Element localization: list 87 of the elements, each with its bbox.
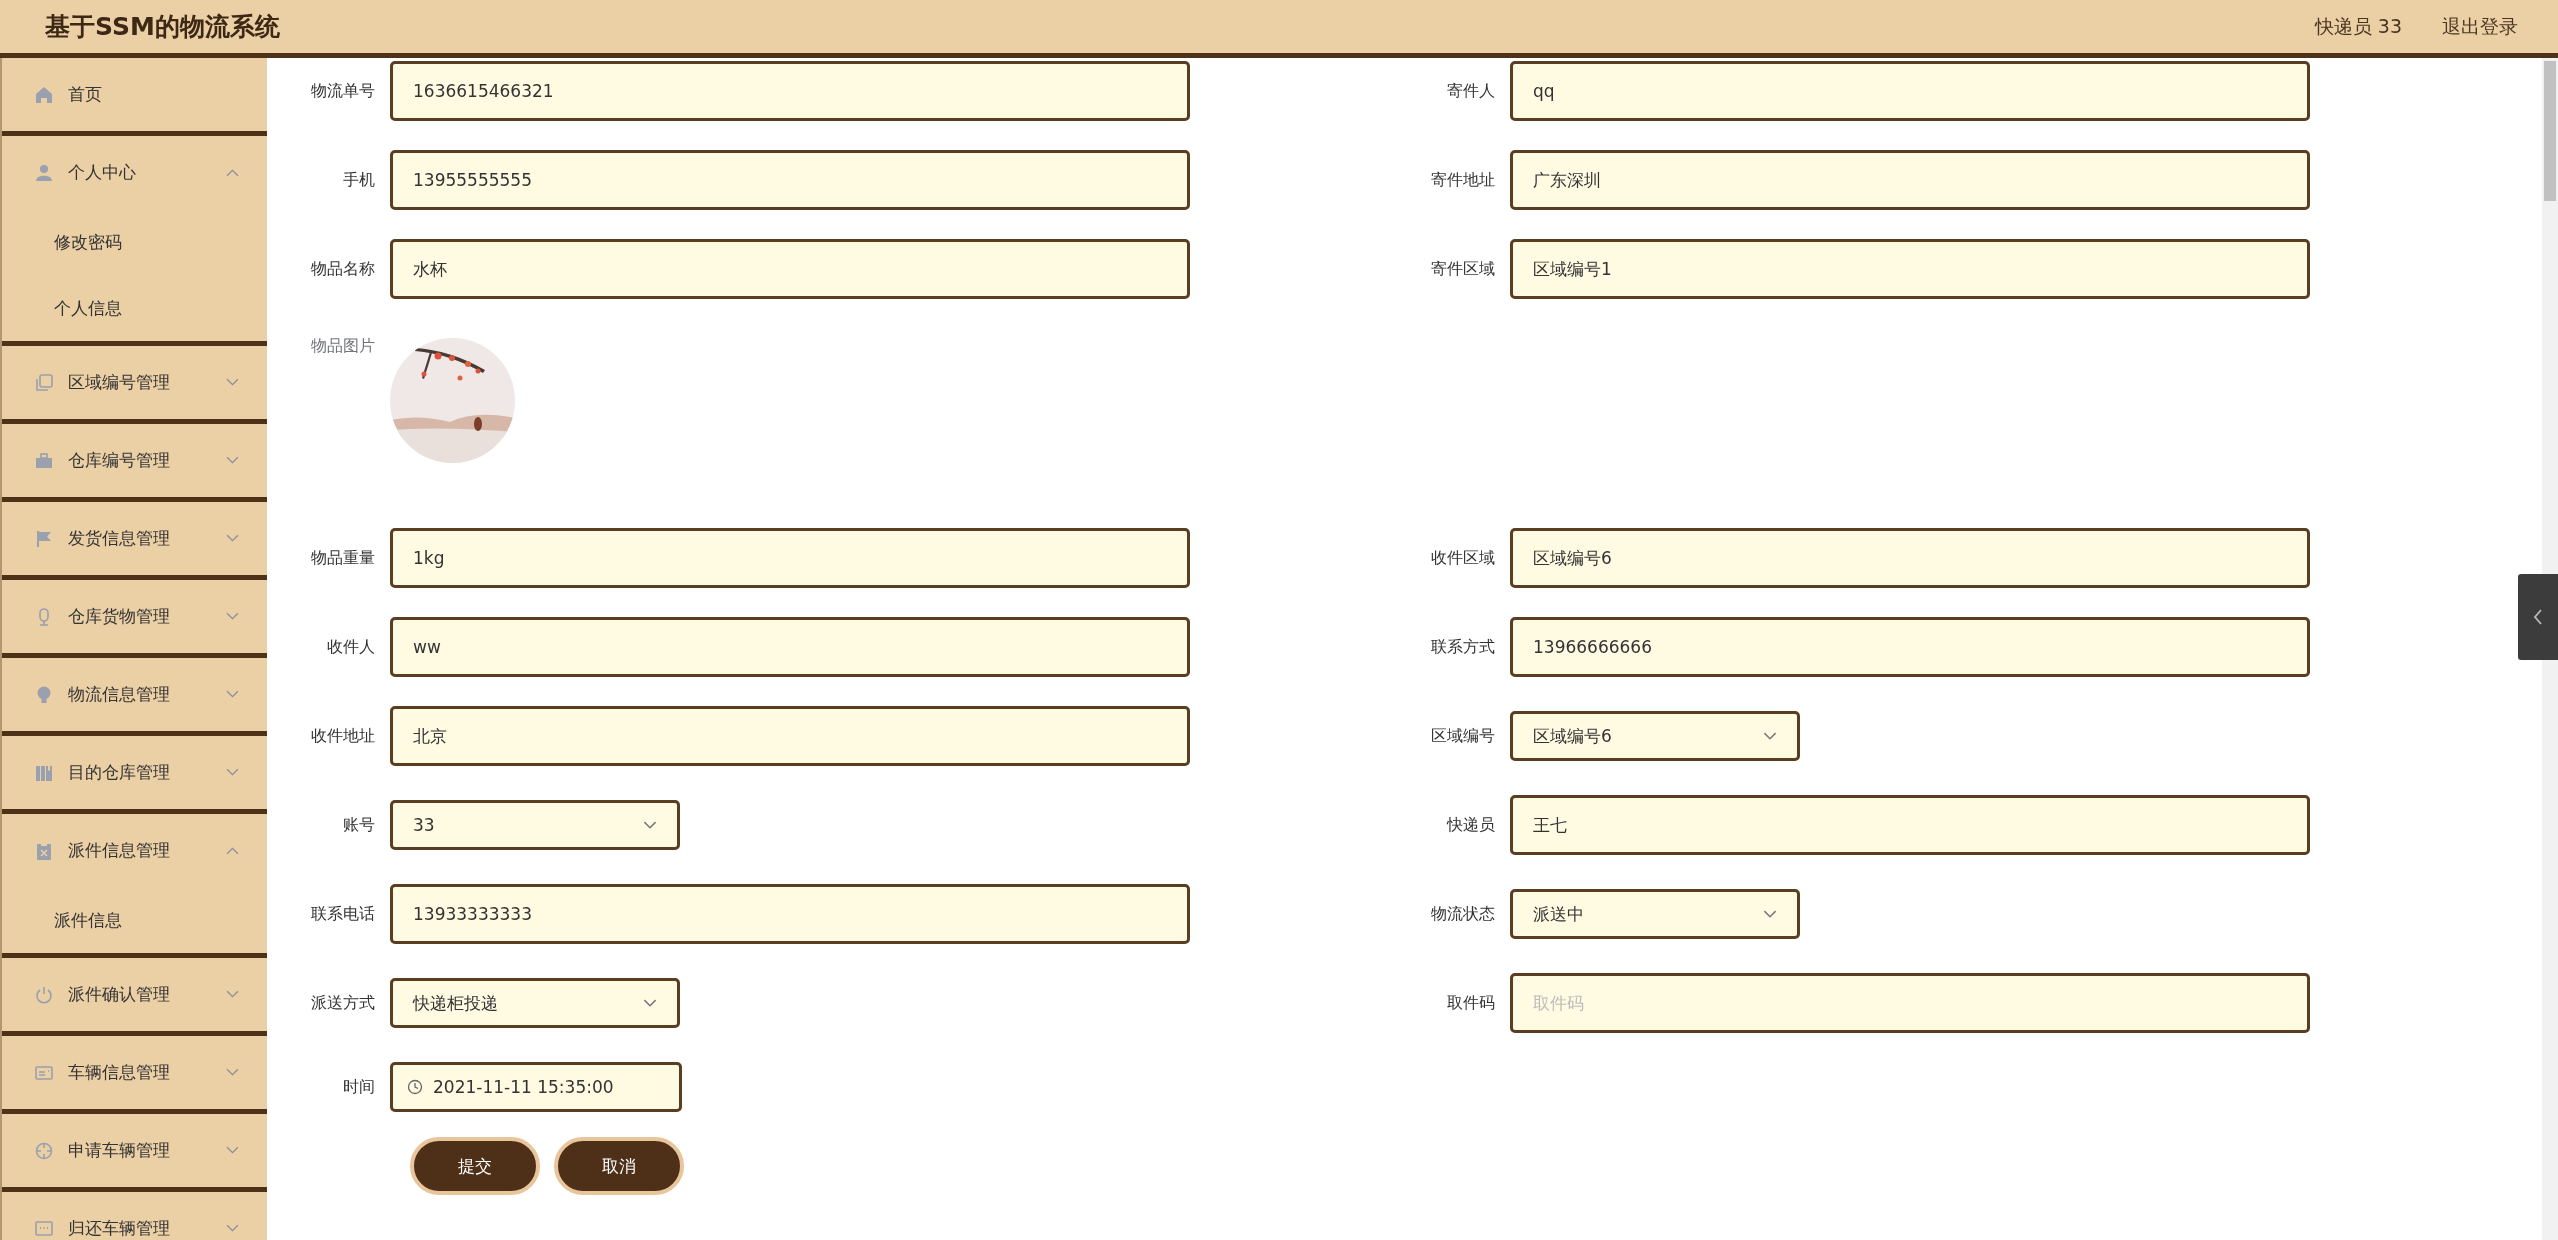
text-field[interactable]: qq	[1510, 61, 2310, 121]
field-label: 物流状态	[1430, 903, 1495, 925]
select-field[interactable]: 33	[390, 800, 680, 850]
logout-link[interactable]: 退出登录	[2442, 13, 2518, 40]
chevron-down-icon	[226, 768, 239, 777]
chevron-down-icon	[226, 456, 239, 465]
text-field[interactable]: 区域编号1	[1510, 239, 2310, 299]
field-label: 区域编号	[1430, 725, 1495, 747]
text-field[interactable]: 北京	[390, 706, 1190, 766]
sidebar-item[interactable]: 归还车辆管理	[2, 1192, 267, 1240]
chevron-up-icon	[226, 168, 239, 177]
sidebar-item[interactable]: 首页	[2, 58, 267, 131]
chevron-down-icon	[643, 820, 657, 830]
briefcase-icon	[34, 450, 54, 471]
chevron-down-icon	[226, 1224, 239, 1233]
sidebar-item[interactable]: 目的仓库管理	[2, 736, 267, 809]
text-field[interactable]: 王七	[1510, 795, 2310, 855]
chevron-down-icon	[226, 378, 239, 387]
chat-icon	[34, 1218, 54, 1239]
text-field[interactable]: 广东深圳	[1510, 150, 2310, 210]
sidebar-item[interactable]: 车辆信息管理	[2, 1036, 267, 1109]
sidebar-item[interactable]: 仓库货物管理	[2, 580, 267, 653]
chevron-down-icon	[643, 998, 657, 1008]
chevron-down-icon	[226, 1068, 239, 1077]
chevron-down-icon	[226, 612, 239, 621]
copy-icon	[34, 372, 54, 393]
chevron-down-icon	[226, 990, 239, 999]
field-label: 寄件区域	[1430, 258, 1495, 280]
field-label: 取件码	[1446, 992, 1495, 1014]
field-label: 物流单号	[310, 80, 375, 102]
sidebar-item[interactable]: 个人中心	[2, 136, 267, 209]
form-button[interactable]: 取消	[554, 1137, 684, 1195]
text-field[interactable]: ww	[390, 617, 1190, 677]
crosshair-icon	[34, 1140, 54, 1161]
field-label: 手机	[342, 169, 375, 191]
select-field[interactable]: 快递柜投递	[390, 978, 680, 1028]
submenu-item[interactable]: 修改密码	[2, 209, 267, 275]
text-field[interactable]: 1kg	[390, 528, 1190, 588]
chevron-down-icon	[1763, 731, 1777, 741]
field-label: 收件人	[326, 636, 375, 658]
app-title: 基于SSM的物流系统	[45, 11, 280, 43]
text-field[interactable]: 13966666666	[1510, 617, 2310, 677]
chevron-down-icon	[226, 534, 239, 543]
field-label: 物品重量	[310, 547, 375, 569]
text-field[interactable]: 取件码	[1510, 973, 2310, 1033]
sidebar-item[interactable]: 仓库编号管理	[2, 424, 267, 497]
field-label: 联系电话	[310, 903, 375, 925]
field-label: 收件地址	[310, 725, 375, 747]
user-label: 快递员 33	[2314, 13, 2402, 39]
chevron-down-icon	[1763, 909, 1777, 919]
select-field[interactable]: 区域编号6	[1510, 711, 1800, 761]
chevron-up-icon	[226, 846, 239, 855]
submenu-item[interactable]: 个人信息	[2, 275, 267, 341]
chevron-down-icon	[226, 690, 239, 699]
flag-icon	[34, 528, 54, 549]
text-field[interactable]: 1636615466321	[390, 61, 1190, 121]
form-button[interactable]: 提交	[410, 1137, 540, 1195]
person-icon	[34, 162, 54, 183]
text-field[interactable]: 13955555555	[390, 150, 1190, 210]
field-label: 寄件地址	[1430, 169, 1495, 191]
sidebar-item[interactable]: 发货信息管理	[2, 502, 267, 575]
sidebar-item[interactable]: 物流信息管理	[2, 658, 267, 731]
select-field[interactable]: 派送中	[1510, 889, 1800, 939]
power-icon	[34, 984, 54, 1005]
field-label: 账号	[342, 814, 375, 836]
field-label: 物品名称	[310, 258, 375, 280]
chevron-left-icon	[2533, 609, 2543, 625]
sidebar-item[interactable]: 申请车辆管理	[2, 1114, 267, 1187]
chevron-down-icon	[226, 1146, 239, 1155]
home-icon	[34, 84, 54, 105]
field-label: 物品图片	[310, 336, 375, 357]
sidebar-item[interactable]: 派件确认管理	[2, 958, 267, 1031]
field-label: 派送方式	[310, 992, 375, 1014]
date-field[interactable]: 2021-11-11 15:35:00	[390, 1062, 682, 1112]
sidebar-item[interactable]: 区域编号管理	[2, 346, 267, 419]
field-label: 收件区域	[1430, 547, 1495, 569]
field-label: 联系方式	[1430, 636, 1495, 658]
scrollbar[interactable]	[2542, 58, 2558, 1240]
field-label: 快递员	[1445, 814, 1495, 836]
text-field[interactable]: 区域编号6	[1510, 528, 2310, 588]
submenu-item[interactable]: 派件信息	[2, 887, 267, 953]
text-field[interactable]: 水杯	[390, 239, 1190, 299]
field-label: 寄件人	[1446, 80, 1495, 102]
clock-icon	[407, 1079, 423, 1095]
field-label: 时间	[342, 1076, 375, 1098]
text-field[interactable]: 13933333333	[390, 884, 1190, 944]
sidebar-item[interactable]: 派件信息管理	[2, 814, 267, 887]
